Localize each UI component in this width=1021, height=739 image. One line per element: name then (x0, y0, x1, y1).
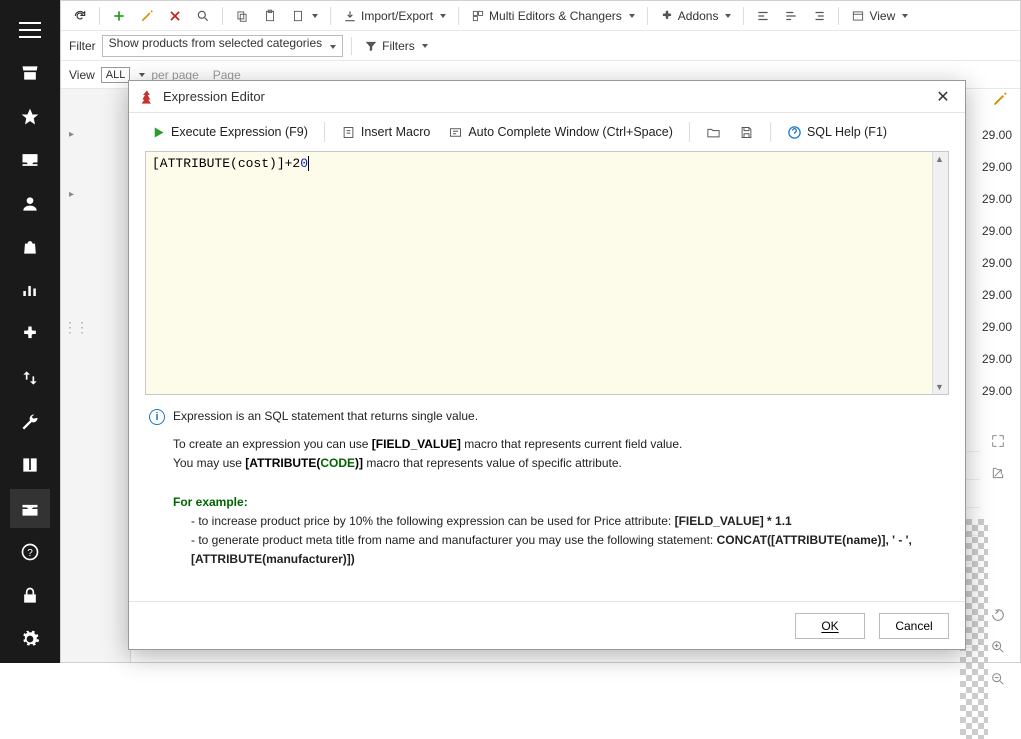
addons-label: Addons (678, 9, 719, 23)
modal-title: Expression Editor (163, 89, 931, 104)
cell-value[interactable]: 29.00 (976, 375, 1014, 407)
help-panel: i Expression is an SQL statement that re… (129, 395, 965, 601)
delete-button[interactable] (164, 7, 186, 25)
cell-value[interactable]: 29.00 (976, 279, 1014, 311)
insert-macro-button[interactable]: Insert Macro (335, 122, 436, 143)
zoom-out-icon[interactable] (986, 667, 1010, 691)
star-icon[interactable] (10, 97, 50, 137)
cell-value[interactable]: 29.00 (976, 215, 1014, 247)
cell-value[interactable]: 29.00 (976, 119, 1014, 151)
cell-value[interactable]: 29.00 (976, 247, 1014, 279)
add-button[interactable] (108, 7, 130, 25)
help-body: To create an expression you can use [FIE… (149, 435, 945, 601)
pencil-icon[interactable] (992, 91, 1008, 107)
execute-button[interactable]: Execute Expression (F9) (145, 122, 314, 143)
cell-value[interactable]: 29.00 (976, 343, 1014, 375)
app-logo-icon (139, 89, 155, 105)
all-badge[interactable]: ALL (101, 67, 131, 83)
import-export-button[interactable]: Import/Export (339, 7, 450, 25)
inbox-icon[interactable] (10, 141, 50, 181)
save-file-button[interactable] (733, 122, 760, 143)
bag-icon[interactable] (10, 228, 50, 268)
addons-button[interactable]: Addons (656, 7, 736, 25)
filter-bar: Filter Show products from selected categ… (61, 31, 1020, 61)
expand-icon[interactable] (986, 429, 1010, 453)
align-button-3[interactable] (808, 7, 830, 25)
search-button[interactable] (192, 7, 214, 25)
bg-left-panel: ▸ ▸ ⋮⋮ (61, 89, 131, 662)
copy-button[interactable] (231, 7, 253, 25)
gear-icon[interactable] (10, 619, 50, 659)
zoom-in-icon[interactable] (986, 635, 1010, 659)
help-intro: Expression is an SQL statement that retu… (173, 409, 478, 423)
view-label: View (869, 9, 895, 23)
multi-editors-button[interactable]: Multi Editors & Changers (467, 7, 639, 25)
cancel-button[interactable]: Cancel (879, 613, 949, 639)
puzzle-icon[interactable] (10, 315, 50, 355)
help-icon[interactable]: ? (10, 532, 50, 572)
menu-icon[interactable] (10, 10, 50, 50)
multi-editors-label: Multi Editors & Changers (489, 9, 622, 23)
view-label-2: View (69, 68, 95, 82)
app-sidebar: ? (0, 0, 60, 663)
modal-footer: OK Cancel (129, 601, 965, 649)
filters-label: Filters (382, 39, 415, 53)
align-button-2[interactable] (780, 7, 802, 25)
expression-input[interactable]: [ATTRIBUTE(cost)]+20 (146, 152, 932, 394)
editor-scrollbar[interactable]: ▲▼ (932, 152, 948, 394)
filter-label: Filter (69, 39, 96, 53)
all-dropdown[interactable] (139, 73, 145, 77)
info-icon: i (149, 409, 165, 425)
sql-help-button[interactable]: SQL Help (F1) (781, 122, 893, 143)
modal-header: Expression Editor ✕ (129, 81, 965, 113)
filters-button[interactable]: Filters (360, 37, 432, 55)
filter-select[interactable]: Show products from selected categories (102, 35, 343, 57)
rotate-icon[interactable] (986, 603, 1010, 627)
chart-icon[interactable] (10, 271, 50, 311)
expression-editor-modal: Expression Editor ✕ Execute Expression (… (128, 80, 966, 650)
image-tools (986, 429, 1014, 699)
refresh-button[interactable] (69, 7, 91, 25)
svg-text:?: ? (27, 548, 33, 559)
import-export-label: Import/Export (361, 9, 433, 23)
user-icon[interactable] (10, 184, 50, 224)
bg-values-col: 29.00 29.00 29.00 29.00 29.00 29.00 29.0… (976, 89, 1014, 407)
book-icon[interactable] (10, 445, 50, 485)
cell-value[interactable]: 29.00 (976, 311, 1014, 343)
align-button-1[interactable] (752, 7, 774, 25)
box-icon[interactable] (10, 489, 50, 529)
close-button[interactable]: ✕ (931, 85, 955, 109)
cell-value[interactable]: 29.00 (976, 183, 1014, 215)
modal-toolbar: Execute Expression (F9) Insert Macro Aut… (129, 113, 965, 151)
edit-button[interactable] (136, 7, 158, 25)
cell-value[interactable]: 29.00 (976, 151, 1014, 183)
expression-editor: [ATTRIBUTE(cost)]+20 ▲▼ (145, 151, 949, 395)
wrench-icon[interactable] (10, 402, 50, 442)
main-toolbar: Import/Export Multi Editors & Changers A… (61, 1, 1020, 31)
autocomplete-button[interactable]: Auto Complete Window (Ctrl+Space) (442, 122, 679, 143)
ok-button[interactable]: OK (795, 613, 865, 639)
paste-dropdown-button[interactable] (287, 7, 322, 25)
updown-icon[interactable] (10, 358, 50, 398)
store-icon[interactable] (10, 54, 50, 94)
open-icon[interactable] (986, 461, 1010, 485)
paste-button[interactable] (259, 7, 281, 25)
open-file-button[interactable] (700, 122, 727, 143)
view-button[interactable]: View (847, 7, 912, 25)
lock-icon[interactable] (10, 576, 50, 616)
